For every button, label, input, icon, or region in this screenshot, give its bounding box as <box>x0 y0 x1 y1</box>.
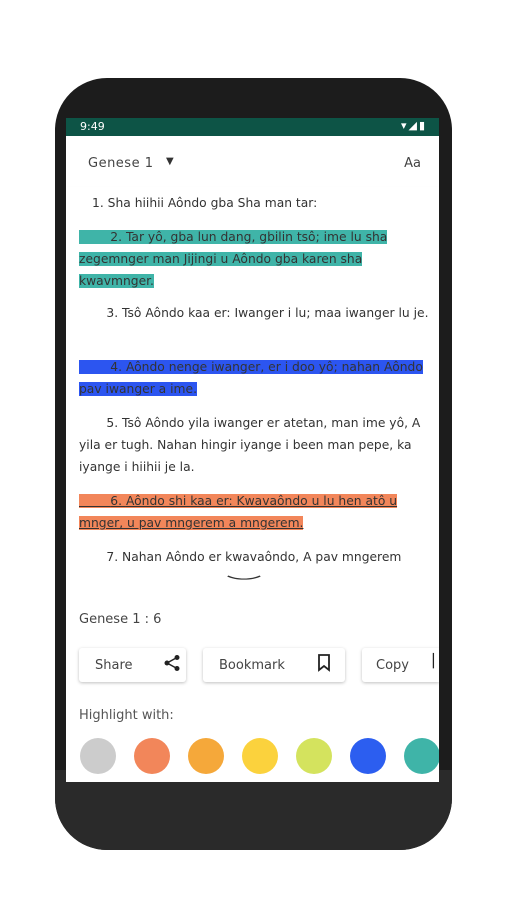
verse-text: Tsô Aôndo yila iwanger er atetan, man im… <box>79 416 421 474</box>
verse-number: 6. <box>110 494 123 508</box>
copy-button[interactable]: Copy ▕ <box>362 648 439 682</box>
swatch-teal[interactable] <box>404 738 439 774</box>
verse-number: 1. <box>92 196 104 210</box>
swatch-lime[interactable] <box>296 738 332 774</box>
swatch-yellow[interactable] <box>242 738 278 774</box>
verse-number: 4. <box>110 360 123 374</box>
bookmark-button[interactable]: Bookmark <box>203 648 345 682</box>
verse-number: 2. <box>110 230 123 244</box>
signal-icon: ◢ <box>408 119 419 132</box>
share-icon <box>163 654 181 676</box>
status-icons: ▾◢▮ <box>401 119 427 132</box>
verse-7[interactable]: 7. Nahan Aôndo er kwavaôndo, A pav mnger… <box>79 546 429 568</box>
verse-number: 5. <box>106 416 119 430</box>
swatch-orange[interactable] <box>188 738 224 774</box>
verse-number: 3. <box>106 306 119 320</box>
verse-3[interactable]: 3. Tsô Aôndo kaa er: Iwanger i lu; maa i… <box>79 302 429 324</box>
battery-icon: ▮ <box>418 119 427 132</box>
selected-verse-reference: Genese 1 : 6 <box>79 612 162 627</box>
font-settings-button[interactable]: Aa <box>404 156 421 171</box>
bookmark-icon <box>317 654 331 676</box>
swatch-blue[interactable] <box>350 738 386 774</box>
verse-1[interactable]: 1. Sha hiihii Aôndo gba Sha man tar: <box>92 192 439 214</box>
copy-icon: ▕ <box>424 654 434 669</box>
verse-text: Sha hiihii Aôndo gba Sha man tar: <box>107 196 318 210</box>
phone-chin <box>55 770 452 850</box>
verse-text: Aôndo shi kaa er: Kwavaôndo u lu hen atô… <box>79 494 398 530</box>
swatch-gray[interactable] <box>80 738 116 774</box>
highlight-title: Highlight with: <box>79 708 174 723</box>
copy-label: Copy <box>376 658 409 673</box>
status-bar: 9:49 ▾◢▮ <box>66 118 439 136</box>
verse-reader[interactable]: 1. Sha hiihii Aôndo gba Sha man tar: 2. … <box>66 186 439 586</box>
collapse-chevron-icon[interactable]: ︶ <box>226 570 261 594</box>
share-label: Share <box>95 658 133 673</box>
status-time: 9:49 <box>80 120 105 133</box>
top-bar: Genese 1 ▼ Aa <box>66 136 439 187</box>
reader-fade <box>66 186 439 192</box>
verse-number: 7. <box>106 550 119 564</box>
swatch-salmon[interactable] <box>134 738 170 774</box>
verse-text: Tar yô, gba lun dang, gbilin tsô; ime lu… <box>79 230 388 288</box>
verse-text: Aôndo nenge iwanger, er i doo yô; nahan … <box>79 360 423 396</box>
verse-5[interactable]: 5. Tsô Aôndo yila iwanger er atetan, man… <box>79 412 429 478</box>
verse-6[interactable]: 6. Aôndo shi kaa er: Kwavaôndo u lu hen … <box>79 490 429 534</box>
verse-text: Tsô Aôndo kaa er: Iwanger i lu; maa iwan… <box>122 306 429 320</box>
dropdown-caret-icon[interactable]: ▼ <box>166 156 174 167</box>
verse-2[interactable]: 2. Tar yô, gba lun dang, gbilin tsô; ime… <box>79 226 429 292</box>
book-chapter-selector[interactable]: Genese 1 <box>88 156 153 171</box>
app-screen: 9:49 ▾◢▮ Genese 1 ▼ Aa 1. Sha hiihii Aôn… <box>66 118 439 782</box>
share-button[interactable]: Share <box>79 648 186 682</box>
bookmark-label: Bookmark <box>219 658 285 673</box>
verse-text: Nahan Aôndo er kwavaôndo, A pav mngerem <box>122 550 402 564</box>
verse-4[interactable]: 4. Aôndo nenge iwanger, er i doo yô; nah… <box>79 356 429 400</box>
